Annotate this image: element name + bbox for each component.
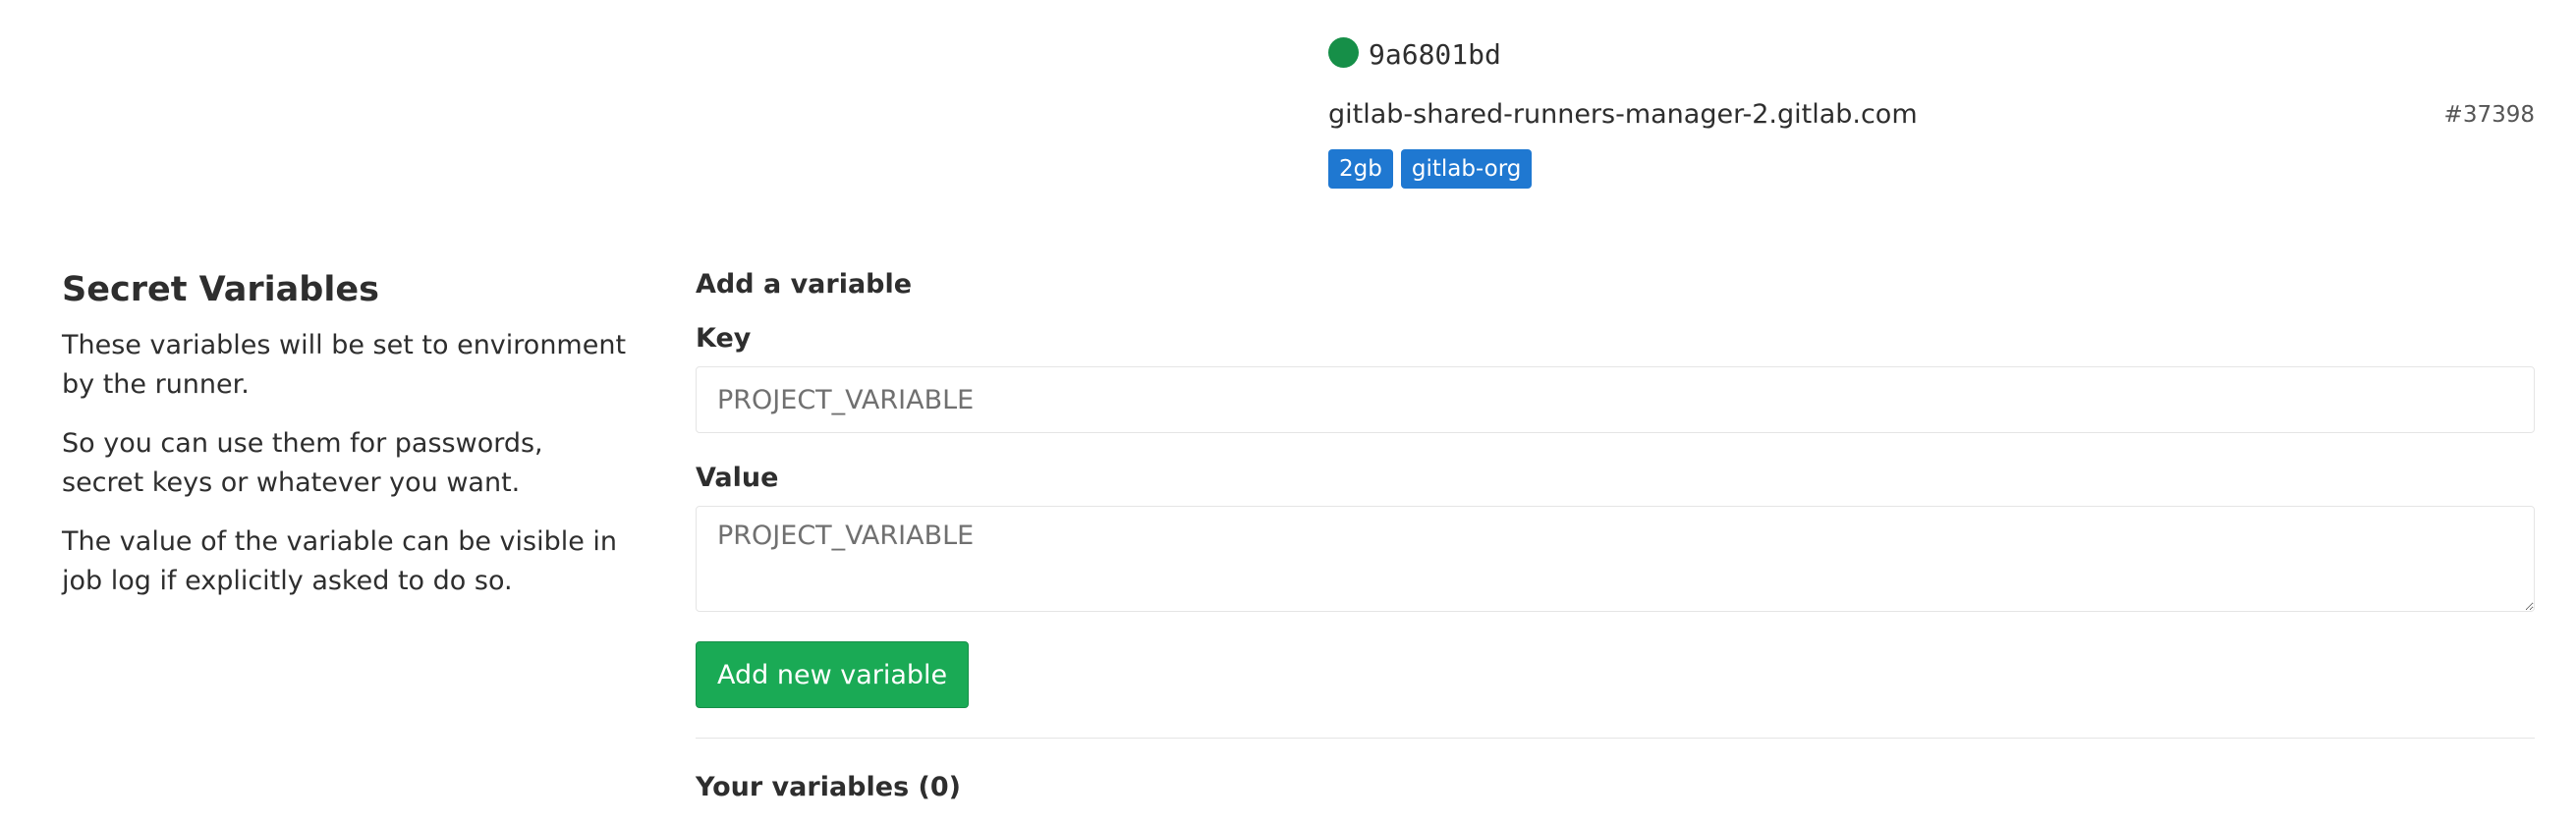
section-description: So you can use them for passwords, secre… (62, 428, 543, 498)
add-new-variable-button[interactable]: Add new variable (696, 641, 970, 708)
form-title: Add a variable (696, 269, 913, 300)
runner-header: 9a6801bd (1328, 29, 2535, 75)
section-description: These variables will be set to environme… (62, 330, 627, 400)
runner-tag: 2gb (1328, 149, 1393, 189)
your-variables-title: Your variables (0) (696, 772, 961, 802)
add-variable-form: Add a variable Key Value Add new variabl… (696, 265, 2535, 807)
runner-summary: 9a6801bd gitlab-shared-runners-manager-2… (1328, 29, 2535, 189)
secret-variables-intro: Secret Variables These variables will be… (62, 267, 632, 601)
divider (696, 738, 2535, 739)
key-label: Key (696, 323, 752, 354)
runner-description: gitlab-shared-runners-manager-2.gitlab.c… (1328, 98, 1918, 130)
runner-status-icon (1328, 36, 1359, 68)
value-label: Value (696, 463, 779, 493)
key-input[interactable] (696, 366, 2535, 433)
section-description: The value of the variable can be visible… (62, 526, 618, 596)
value-textarea[interactable] (696, 506, 2535, 612)
runner-description-row: gitlab-shared-runners-manager-2.gitlab.c… (1328, 94, 2535, 134)
runner-tags: 2gb gitlab-org (1328, 149, 2535, 189)
section-title: Secret Variables (62, 270, 379, 309)
runner-id[interactable]: 9a6801bd (1369, 38, 1501, 71)
runner-tag: gitlab-org (1400, 149, 1533, 189)
runner-number: #37398 (2443, 102, 2535, 128)
